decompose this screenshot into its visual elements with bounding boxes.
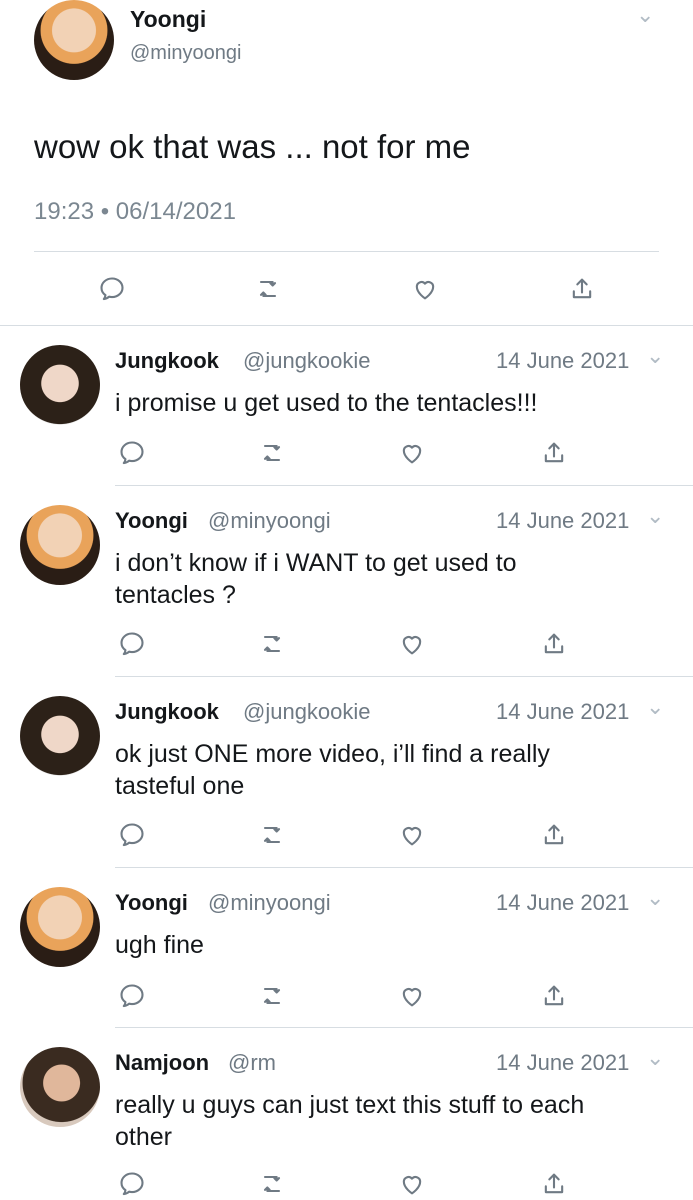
like-icon[interactable]	[398, 439, 426, 467]
share-icon[interactable]	[540, 630, 568, 658]
reply-handle[interactable]: @minyoongi	[208, 890, 331, 916]
reply-handle[interactable]: @rm	[228, 1050, 276, 1076]
reply-handle[interactable]: @minyoongi	[208, 508, 331, 534]
reply-text: i promise u get used to the tentacles!!!	[115, 389, 538, 417]
reply-handle[interactable]: @jungkookie	[243, 348, 371, 374]
reply-name[interactable]: Jungkook	[115, 348, 219, 374]
reply-date: 14 June 2021	[496, 890, 630, 915]
reply-date: 14 June 2021	[496, 348, 630, 373]
retweet-icon[interactable]	[258, 1170, 286, 1198]
chevron-down-icon[interactable]: ⌄	[636, 4, 654, 26]
reply-text: ok just ONE more video, i’ll find a real…	[115, 740, 550, 800]
reply-icon[interactable]	[98, 275, 126, 303]
main-divider	[34, 251, 659, 252]
reply-icon[interactable]	[118, 1170, 146, 1198]
main-tweet-handle[interactable]: @minyoongi	[130, 42, 241, 65]
avatar[interactable]	[20, 345, 100, 425]
reply-date: 14 June 2021	[496, 699, 630, 724]
avatar[interactable]	[34, 0, 114, 80]
like-icon[interactable]	[398, 821, 426, 849]
reply-divider	[115, 1027, 693, 1028]
retweet-icon[interactable]	[254, 275, 282, 303]
share-icon[interactable]	[540, 982, 568, 1010]
main-tweet-timestamp: 19:23 • 06/14/2021	[34, 198, 236, 225]
share-icon[interactable]	[540, 439, 568, 467]
reply-name[interactable]: Jungkook	[115, 699, 219, 725]
share-icon[interactable]	[540, 821, 568, 849]
share-icon[interactable]	[568, 275, 596, 303]
reply-name[interactable]: Namjoon	[115, 1050, 209, 1076]
like-icon[interactable]	[398, 1170, 426, 1198]
like-icon[interactable]	[398, 982, 426, 1010]
reply-handle[interactable]: @jungkookie	[243, 699, 371, 725]
main-tweet-name[interactable]: Yoongi	[130, 6, 206, 33]
avatar[interactable]	[20, 505, 100, 585]
avatar[interactable]	[20, 696, 100, 776]
chevron-down-icon[interactable]: ⌄	[646, 1047, 664, 1069]
reply-divider	[115, 485, 693, 486]
chevron-down-icon[interactable]: ⌄	[646, 887, 664, 909]
reply-name[interactable]: Yoongi	[115, 508, 188, 534]
main-tweet-text: wow ok that was ... not for me	[34, 128, 471, 165]
retweet-icon[interactable]	[258, 821, 286, 849]
section-divider	[0, 325, 693, 326]
chevron-down-icon[interactable]: ⌄	[646, 345, 664, 367]
chevron-down-icon[interactable]: ⌄	[646, 505, 664, 527]
avatar[interactable]	[20, 1047, 100, 1127]
reply-text: ugh fine	[115, 931, 204, 959]
reply-text: really u guys can just text this stuff t…	[115, 1091, 585, 1151]
reply-icon[interactable]	[118, 630, 146, 658]
reply-icon[interactable]	[118, 439, 146, 467]
reply-date: 14 June 2021	[496, 1050, 630, 1075]
reply-icon[interactable]	[118, 821, 146, 849]
retweet-icon[interactable]	[258, 630, 286, 658]
chevron-down-icon[interactable]: ⌄	[646, 696, 664, 718]
reply-divider	[115, 676, 693, 677]
retweet-icon[interactable]	[258, 982, 286, 1010]
reply-divider	[115, 867, 693, 868]
reply-date: 14 June 2021	[496, 508, 630, 533]
reply-text: i don’t know if i WANT to get used to te…	[115, 549, 517, 609]
like-icon[interactable]	[398, 630, 426, 658]
reply-name[interactable]: Yoongi	[115, 890, 188, 916]
avatar[interactable]	[20, 887, 100, 967]
share-icon[interactable]	[540, 1170, 568, 1198]
reply-icon[interactable]	[118, 982, 146, 1010]
retweet-icon[interactable]	[258, 439, 286, 467]
like-icon[interactable]	[411, 275, 439, 303]
